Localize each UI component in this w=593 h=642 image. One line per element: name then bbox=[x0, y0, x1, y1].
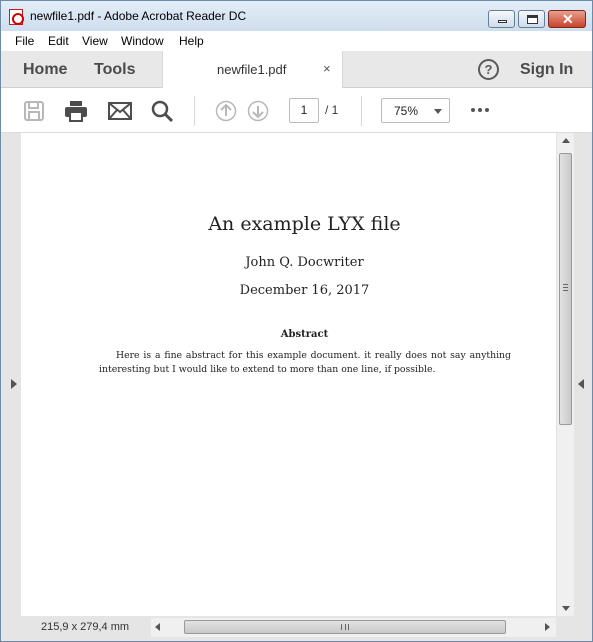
grip-icon bbox=[563, 284, 568, 291]
menu-file[interactable]: File bbox=[15, 34, 34, 48]
close-icon: ✕ bbox=[562, 11, 574, 27]
zoom-select[interactable]: 75% bbox=[381, 98, 450, 123]
document-tab[interactable]: newfile1.pdf × bbox=[162, 51, 343, 88]
acrobat-app-icon[interactable] bbox=[9, 9, 24, 25]
minimize-icon bbox=[498, 20, 507, 23]
menu-bar: File Edit View Window Help bbox=[1, 31, 592, 51]
print-icon[interactable] bbox=[64, 100, 88, 122]
page-number-input[interactable]: 1 bbox=[289, 98, 319, 123]
document-viewer: An example LYX file John Q. Docwriter De… bbox=[1, 133, 592, 616]
toolbar-separator bbox=[194, 96, 195, 126]
maximize-button[interactable] bbox=[518, 10, 545, 28]
toolbar-separator bbox=[361, 96, 362, 126]
menu-window[interactable]: Window bbox=[121, 34, 164, 48]
abstract-heading: Abstract bbox=[280, 329, 329, 340]
page-total: / 1 bbox=[325, 103, 339, 117]
save-icon[interactable] bbox=[23, 100, 45, 122]
expand-right-panel-icon bbox=[578, 379, 584, 389]
scroll-right-icon[interactable] bbox=[545, 623, 550, 631]
menu-view[interactable]: View bbox=[82, 34, 108, 48]
menu-help[interactable]: Help bbox=[179, 34, 204, 48]
document-date: December 16, 2017 bbox=[239, 283, 370, 298]
window-title: newfile1.pdf - Adobe Acrobat Reader DC bbox=[30, 9, 247, 23]
search-icon[interactable] bbox=[151, 100, 173, 122]
email-icon[interactable] bbox=[108, 100, 132, 122]
close-tab-icon[interactable]: × bbox=[323, 61, 331, 76]
scroll-down-icon[interactable] bbox=[562, 606, 570, 611]
grip-icon bbox=[341, 624, 349, 630]
toolbar: 1 / 1 75% bbox=[1, 88, 592, 133]
previous-page-icon[interactable] bbox=[215, 100, 237, 122]
document-author: John Q. Docwriter bbox=[245, 255, 364, 270]
right-panel-toggle[interactable] bbox=[574, 133, 592, 616]
title-bar[interactable]: newfile1.pdf - Adobe Acrobat Reader DC ✕ bbox=[1, 1, 592, 31]
document-tab-label: newfile1.pdf bbox=[217, 62, 287, 77]
expand-left-panel-icon bbox=[11, 379, 17, 389]
scroll-left-icon[interactable] bbox=[155, 623, 160, 631]
vertical-scrollbar[interactable] bbox=[556, 133, 574, 616]
chevron-down-icon bbox=[434, 109, 442, 114]
tools-tab[interactable]: Tools bbox=[94, 61, 135, 79]
more-options-icon[interactable] bbox=[471, 108, 492, 112]
horizontal-scrollbar[interactable] bbox=[151, 618, 556, 637]
zoom-value: 75% bbox=[394, 104, 419, 118]
maximize-icon bbox=[527, 15, 538, 24]
status-bar: 215,9 x 279,4 mm bbox=[1, 616, 592, 641]
scroll-up-icon[interactable] bbox=[562, 138, 570, 143]
abstract-body: Here is a fine abstract for this example… bbox=[99, 350, 511, 375]
home-tab[interactable]: Home bbox=[23, 61, 67, 79]
left-panel-toggle[interactable] bbox=[1, 133, 21, 616]
tab-bar: Home Tools newfile1.pdf × ? Sign In bbox=[1, 51, 592, 88]
acrobat-window: newfile1.pdf - Adobe Acrobat Reader DC ✕… bbox=[0, 0, 593, 642]
next-page-icon[interactable] bbox=[247, 100, 269, 122]
pdf-page[interactable]: An example LYX file John Q. Docwriter De… bbox=[21, 133, 556, 616]
vertical-scroll-thumb[interactable] bbox=[559, 153, 572, 425]
menu-edit[interactable]: Edit bbox=[48, 34, 69, 48]
close-button[interactable]: ✕ bbox=[548, 10, 586, 28]
page-size-label: 215,9 x 279,4 mm bbox=[41, 621, 130, 633]
minimize-button[interactable] bbox=[488, 10, 515, 28]
horizontal-scroll-thumb[interactable] bbox=[184, 620, 506, 634]
document-title: An example LYX file bbox=[208, 213, 401, 235]
help-icon[interactable]: ? bbox=[478, 59, 499, 80]
sign-in-button[interactable]: Sign In bbox=[520, 61, 573, 79]
